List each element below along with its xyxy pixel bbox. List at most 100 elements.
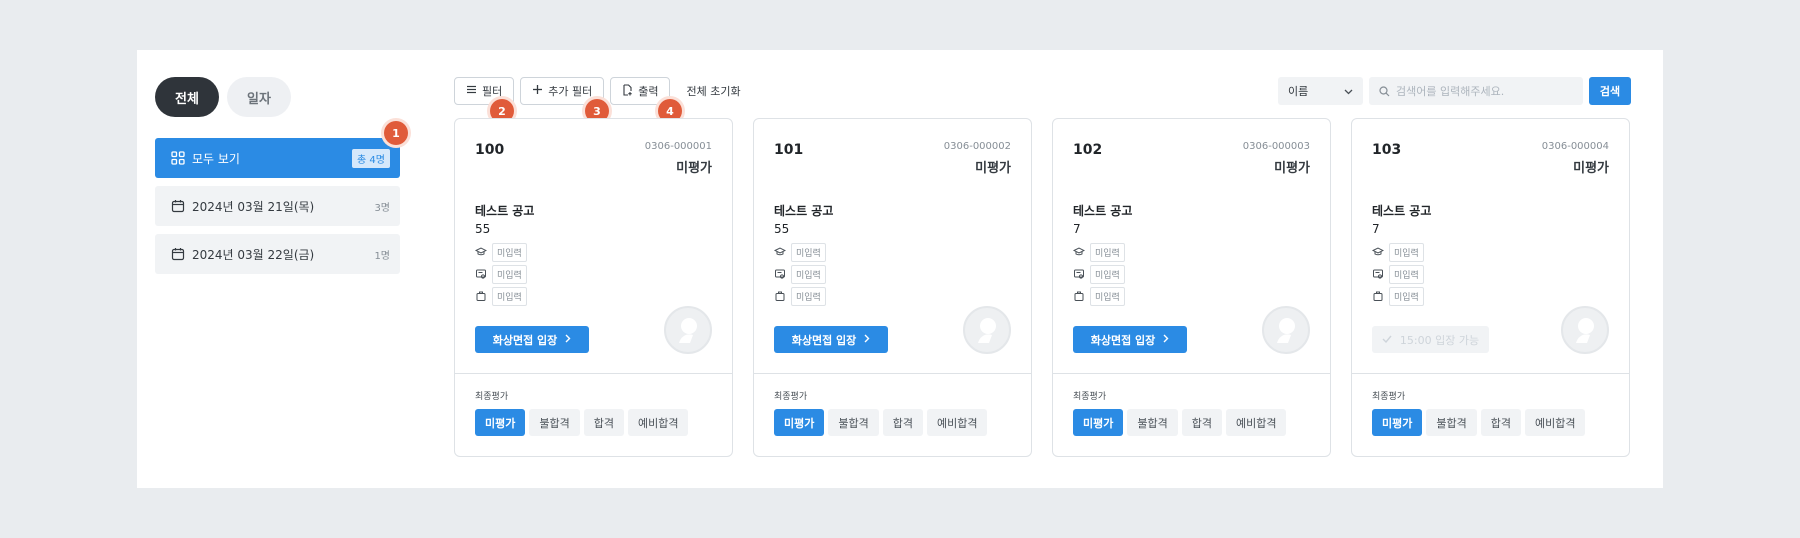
empty-tag: 미입력 bbox=[1090, 264, 1125, 284]
video-interview-button[interactable]: 화상면접 입장 bbox=[475, 326, 589, 353]
eval-option-fail[interactable]: 불합격 bbox=[529, 409, 580, 436]
eval-option-fail[interactable]: 불합격 bbox=[828, 409, 879, 436]
eval-option-unrated[interactable]: 미평가 bbox=[1073, 409, 1124, 436]
chevron-right-icon bbox=[1163, 333, 1169, 346]
career-row: 미입력 bbox=[1372, 285, 1424, 307]
final-eval-label: 최종평가 bbox=[774, 392, 808, 402]
info-list: 미입력 미입력 미입력 bbox=[1372, 241, 1424, 307]
eval-status: 미평가 bbox=[1274, 161, 1310, 176]
info-list: 미입력 미입력 미입력 bbox=[475, 241, 527, 307]
eval-options: 미평가 불합격 합격 예비합격 bbox=[1372, 409, 1586, 436]
applicant-code: 0306-000003 bbox=[1242, 141, 1310, 152]
count-badge: 1명 bbox=[374, 250, 390, 262]
applicant-card: 102 0306-000003 미평가 테스트 공고 7 미입력 미입력 미입력… bbox=[1052, 118, 1331, 457]
applicant-number: 100 bbox=[475, 142, 505, 158]
eval-option-fail[interactable]: 불합격 bbox=[1426, 409, 1477, 436]
sliders-icon bbox=[466, 84, 477, 98]
step-badge-1: 1 bbox=[384, 121, 408, 145]
video-interview-label: 15:00 입장 가능 bbox=[1399, 333, 1480, 347]
education-row: 미입력 bbox=[774, 241, 826, 263]
posting-title: 테스트 공고 bbox=[475, 204, 535, 218]
posting-value: 7 bbox=[1073, 222, 1081, 236]
empty-tag: 미입력 bbox=[1389, 286, 1424, 306]
graduation-cap-icon bbox=[1073, 246, 1085, 258]
search-input[interactable] bbox=[1396, 84, 1573, 98]
sidebar-item-label: 2024년 03월 21일(목) bbox=[192, 199, 315, 214]
export-file-icon bbox=[622, 83, 633, 99]
segment-date[interactable]: 일자 bbox=[227, 77, 291, 117]
sidebar-item-date-0321[interactable]: 2024년 03월 21일(목) 3명 bbox=[155, 186, 400, 226]
posting-value: 55 bbox=[774, 222, 790, 236]
eval-option-reserve[interactable]: 예비합격 bbox=[927, 409, 988, 436]
eval-option-reserve[interactable]: 예비합격 bbox=[628, 409, 689, 436]
eval-option-unrated[interactable]: 미평가 bbox=[774, 409, 825, 436]
empty-tag: 미입력 bbox=[791, 242, 826, 262]
eval-options: 미평가 불합격 합격 예비합격 bbox=[774, 409, 988, 436]
final-eval-label: 최종평가 bbox=[1372, 392, 1406, 402]
graduation-cap-icon bbox=[475, 246, 487, 258]
eval-option-reserve[interactable]: 예비합격 bbox=[1226, 409, 1287, 436]
posting-value: 7 bbox=[1372, 222, 1380, 236]
eval-options: 미평가 불합격 합격 예비합격 bbox=[475, 409, 689, 436]
search-box bbox=[1369, 77, 1583, 105]
license-row: 미입력 bbox=[774, 263, 826, 285]
divider bbox=[1053, 373, 1330, 374]
avatar bbox=[1262, 306, 1310, 354]
search-field-select[interactable]: 이름 bbox=[1278, 77, 1363, 105]
empty-tag: 미입력 bbox=[791, 286, 826, 306]
video-interview-label: 화상면접 입장 bbox=[492, 333, 558, 347]
plus-icon bbox=[532, 84, 543, 98]
eval-status: 미평가 bbox=[1573, 161, 1609, 176]
license-row: 미입력 bbox=[1372, 263, 1424, 285]
certificate-icon bbox=[475, 268, 487, 280]
eval-option-pass[interactable]: 합격 bbox=[1480, 409, 1521, 436]
posting-title: 테스트 공고 bbox=[774, 204, 834, 218]
sidebar-item-date-0322[interactable]: 2024년 03월 22일(금) 1명 bbox=[155, 234, 400, 274]
empty-tag: 미입력 bbox=[1389, 242, 1424, 262]
divider bbox=[754, 373, 1031, 374]
divider bbox=[1352, 373, 1629, 374]
video-interview-button-disabled: 15:00 입장 가능 bbox=[1372, 326, 1489, 353]
avatar bbox=[664, 306, 712, 354]
add-filter-label: 추가 필터 bbox=[548, 85, 593, 98]
career-row: 미입력 bbox=[1073, 285, 1125, 307]
eval-option-reserve[interactable]: 예비합격 bbox=[1525, 409, 1586, 436]
applicant-code: 0306-000004 bbox=[1541, 141, 1609, 152]
applicant-number: 102 bbox=[1073, 142, 1103, 158]
video-interview-button[interactable]: 화상면접 입장 bbox=[1073, 326, 1187, 353]
final-eval-label: 최종평가 bbox=[475, 392, 509, 402]
eval-option-unrated[interactable]: 미평가 bbox=[475, 409, 526, 436]
reset-all-link[interactable]: 전체 초기화 bbox=[686, 83, 740, 99]
search-button[interactable]: 검색 bbox=[1589, 77, 1631, 105]
briefcase-icon bbox=[1372, 290, 1384, 302]
eval-option-fail[interactable]: 불합격 bbox=[1127, 409, 1178, 436]
briefcase-icon bbox=[1073, 290, 1085, 302]
posting-title: 테스트 공고 bbox=[1372, 204, 1432, 218]
graduation-cap-icon bbox=[774, 246, 786, 258]
search-icon bbox=[1379, 82, 1390, 101]
eval-option-pass[interactable]: 합격 bbox=[882, 409, 923, 436]
filter-label: 필터 bbox=[482, 85, 503, 98]
eval-option-pass[interactable]: 합격 bbox=[1181, 409, 1222, 436]
applicant-card: 103 0306-000004 미평가 테스트 공고 7 미입력 미입력 미입력… bbox=[1351, 118, 1630, 457]
certificate-icon bbox=[774, 268, 786, 280]
eval-option-unrated[interactable]: 미평가 bbox=[1372, 409, 1423, 436]
applicant-number: 101 bbox=[774, 142, 804, 158]
education-row: 미입력 bbox=[475, 241, 527, 263]
certificate-icon bbox=[1372, 268, 1384, 280]
segment-all[interactable]: 전체 bbox=[155, 77, 219, 117]
sidebar-item-label: 모두 보기 bbox=[192, 151, 240, 166]
empty-tag: 미입력 bbox=[1090, 286, 1125, 306]
chevron-down-icon bbox=[1344, 85, 1353, 98]
video-interview-label: 화상면접 입장 bbox=[1090, 333, 1156, 347]
posting-value: 55 bbox=[475, 222, 491, 236]
posting-title: 테스트 공고 bbox=[1073, 204, 1133, 218]
eval-options: 미평가 불합격 합격 예비합격 bbox=[1073, 409, 1287, 436]
video-interview-label: 화상면접 입장 bbox=[791, 333, 857, 347]
eval-option-pass[interactable]: 합격 bbox=[583, 409, 624, 436]
video-interview-button[interactable]: 화상면접 입장 bbox=[774, 326, 888, 353]
eval-status: 미평가 bbox=[676, 161, 712, 176]
applicant-code: 0306-000002 bbox=[943, 141, 1011, 152]
sidebar-item-all[interactable]: 모두 보기 총 4명 bbox=[155, 138, 400, 178]
certificate-icon bbox=[1073, 268, 1085, 280]
